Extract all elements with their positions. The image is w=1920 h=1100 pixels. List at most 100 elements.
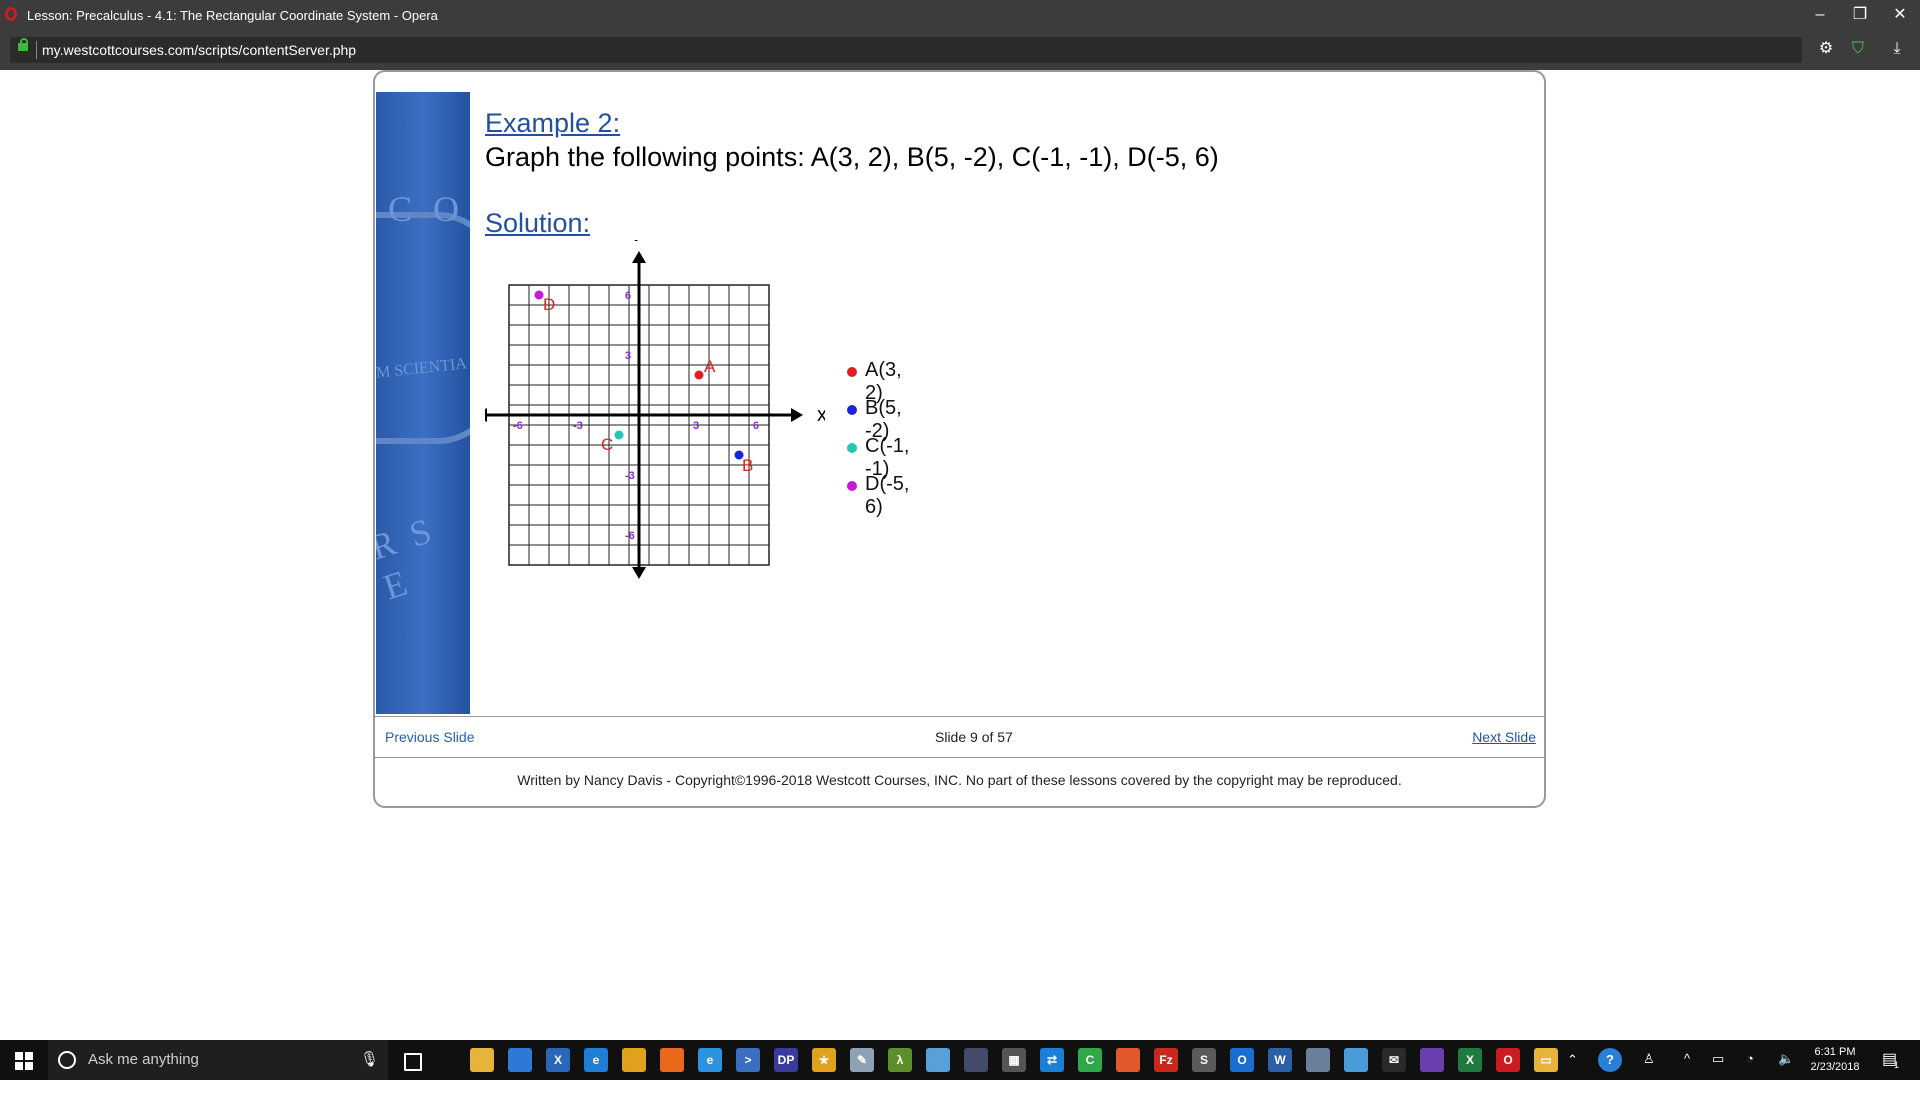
slides-app-icon[interactable]: ▭ [1534, 1048, 1558, 1072]
x-tick-label: -3 [573, 420, 583, 432]
filezilla-icon[interactable]: Fz [1154, 1048, 1178, 1072]
y-tick-label: 6 [625, 290, 631, 302]
unknown-x-app-icon[interactable]: X [546, 1048, 570, 1072]
seal-ring [376, 212, 470, 444]
coordinate-graph: x y -6 -3 3 6 6 3 -3 -6 A B C D [485, 240, 825, 579]
address-bar: my.westcottcourses.com/scripts/contentSe… [0, 30, 1920, 70]
y-tick-label: 3 [625, 350, 631, 362]
windows-logo-pane [15, 1062, 23, 1070]
media-app-icon[interactable] [964, 1048, 988, 1072]
edge-icon[interactable]: e [584, 1048, 608, 1072]
snip-app-icon[interactable] [1116, 1048, 1140, 1072]
windows-logo-pane [25, 1052, 33, 1060]
y-axis-arrow-down [632, 567, 646, 579]
x-axis-arrow-left [485, 408, 487, 422]
legend-dot [847, 367, 857, 377]
notification-count: 1 [1894, 1060, 1900, 1070]
excel-icon[interactable]: X [1458, 1048, 1482, 1072]
point-label-c: C [601, 435, 613, 454]
download-icon[interactable]: ⤓ [1886, 38, 1908, 60]
windows-logo-icon [15, 1052, 23, 1060]
windows-logo-pane [25, 1062, 33, 1070]
firefox-icon[interactable] [660, 1048, 684, 1072]
point-c [614, 430, 624, 440]
banner-text-bottom: R S E [376, 509, 440, 608]
battery-icon[interactable]: ▭ [1712, 1051, 1724, 1091]
tools-app-icon[interactable]: ✎ [850, 1048, 874, 1072]
dp-app-icon[interactable]: DP [774, 1048, 798, 1072]
url-field[interactable]: my.westcottcourses.com/scripts/contentSe… [10, 37, 1802, 63]
x-tick-label: 6 [753, 420, 759, 432]
store-icon[interactable] [508, 1048, 532, 1072]
legend-dot [847, 443, 857, 453]
opera-icon[interactable]: O [1496, 1048, 1520, 1072]
point-label-d: D [543, 295, 555, 314]
file-explorer-icon[interactable] [470, 1048, 494, 1072]
remote-desktop-icon[interactable] [1344, 1048, 1368, 1072]
point-label-a: A [704, 357, 716, 376]
tray-expand-icon[interactable]: ^ [1684, 1051, 1690, 1091]
cortana-icon [58, 1051, 76, 1069]
minimize-button[interactable]: – [1802, 3, 1838, 27]
x-tick-label: -6 [513, 420, 523, 432]
legend-dot [847, 481, 857, 491]
wifi-icon[interactable]: ◔ [1746, 1051, 1754, 1091]
lesson-frame: C O M SCIENTIA R S E Example 2: Graph th… [373, 70, 1546, 808]
shield-check-icon[interactable]: ⛉ [1847, 38, 1869, 60]
search-placeholder: Ask me anything [88, 1051, 199, 1068]
task-view-icon[interactable] [404, 1053, 422, 1071]
help-icon[interactable]: ? [1598, 1048, 1622, 1072]
chrome-icon[interactable] [622, 1048, 646, 1072]
system-clock[interactable]: 6:31 PM 2/23/2018 [1800, 1045, 1870, 1075]
volume-icon[interactable]: 🔈 [1778, 1051, 1794, 1091]
x-axis-label: x [817, 404, 825, 426]
point-a [694, 370, 704, 380]
outlook-icon[interactable]: O [1230, 1048, 1254, 1072]
point-label-b: B [742, 456, 753, 475]
start-button[interactable] [0, 1040, 48, 1080]
instruction-text: Graph the following points: A(3, 2), B(5… [485, 142, 1219, 172]
clock-date: 2/23/2018 [1810, 1061, 1860, 1073]
notes-app-icon[interactable] [926, 1048, 950, 1072]
taskbar-search[interactable]: Ask me anything 🎙 [48, 1040, 388, 1080]
x-axis-arrow-right [791, 408, 803, 422]
banner-text-top: C O [388, 189, 466, 229]
y-axis-label: y [634, 240, 644, 242]
sublime-icon[interactable]: S [1192, 1048, 1216, 1072]
lambda-app-icon[interactable]: λ [888, 1048, 912, 1072]
opera-logo-icon [5, 7, 17, 21]
teamviewer-icon[interactable]: ⇄ [1040, 1048, 1064, 1072]
slide-counter: Slide 9 of 57 [935, 729, 1013, 745]
url-text[interactable]: my.westcottcourses.com/scripts/contentSe… [42, 42, 356, 58]
example-heading: Example 2: [485, 108, 621, 138]
lock-icon [18, 38, 28, 51]
solution-heading: Solution: [485, 208, 591, 238]
previous-slide-link[interactable]: Previous Slide [385, 729, 475, 745]
window-title-bar: Lesson: Precalculus - 4.1: The Rectangul… [0, 0, 1920, 30]
word-icon[interactable]: W [1268, 1048, 1292, 1072]
calculator-icon[interactable]: ▦ [1002, 1048, 1026, 1072]
x-tick-label: 3 [693, 420, 699, 432]
window-title: Lesson: Precalculus - 4.1: The Rectangul… [27, 8, 438, 23]
close-window-button[interactable]: ✕ [1882, 3, 1918, 27]
network-app-icon[interactable] [1306, 1048, 1330, 1072]
restore-button[interactable]: ❐ [1842, 3, 1878, 27]
next-slide-link[interactable]: Next Slide [1472, 729, 1536, 745]
windows-taskbar: Ask me anything 🎙 Xe e > DP ★ ✎ λ ▦ ⇄ C Fz S O W ✉ X O ▭ … [0, 1040, 1920, 1080]
visual-studio-icon[interactable] [1420, 1048, 1444, 1072]
people-icon[interactable]: ♙ [1643, 1051, 1655, 1091]
y-tick-label: -3 [625, 470, 635, 482]
mail-icon[interactable]: ✉ [1382, 1048, 1406, 1072]
internet-explorer-icon[interactable]: e [698, 1048, 722, 1072]
url-separator [36, 41, 37, 59]
camtasia-icon[interactable]: C [1078, 1048, 1102, 1072]
gear-icon[interactable]: ⚙ [1815, 38, 1837, 60]
star-app-icon[interactable]: ★ [812, 1048, 836, 1072]
powershell-icon[interactable]: > [736, 1048, 760, 1072]
show-hidden-icons-chevron-icon[interactable]: ⌃ [1567, 1052, 1578, 1092]
legend-label: D(-5, 6) [865, 473, 910, 518]
clock-time: 6:31 PM [1814, 1046, 1856, 1058]
microphone-icon[interactable]: 🎙 [360, 1050, 379, 1068]
y-axis-arrow-up [632, 251, 646, 263]
slide-navigation: Previous Slide Slide 9 of 57 Next Slide [375, 716, 1544, 758]
